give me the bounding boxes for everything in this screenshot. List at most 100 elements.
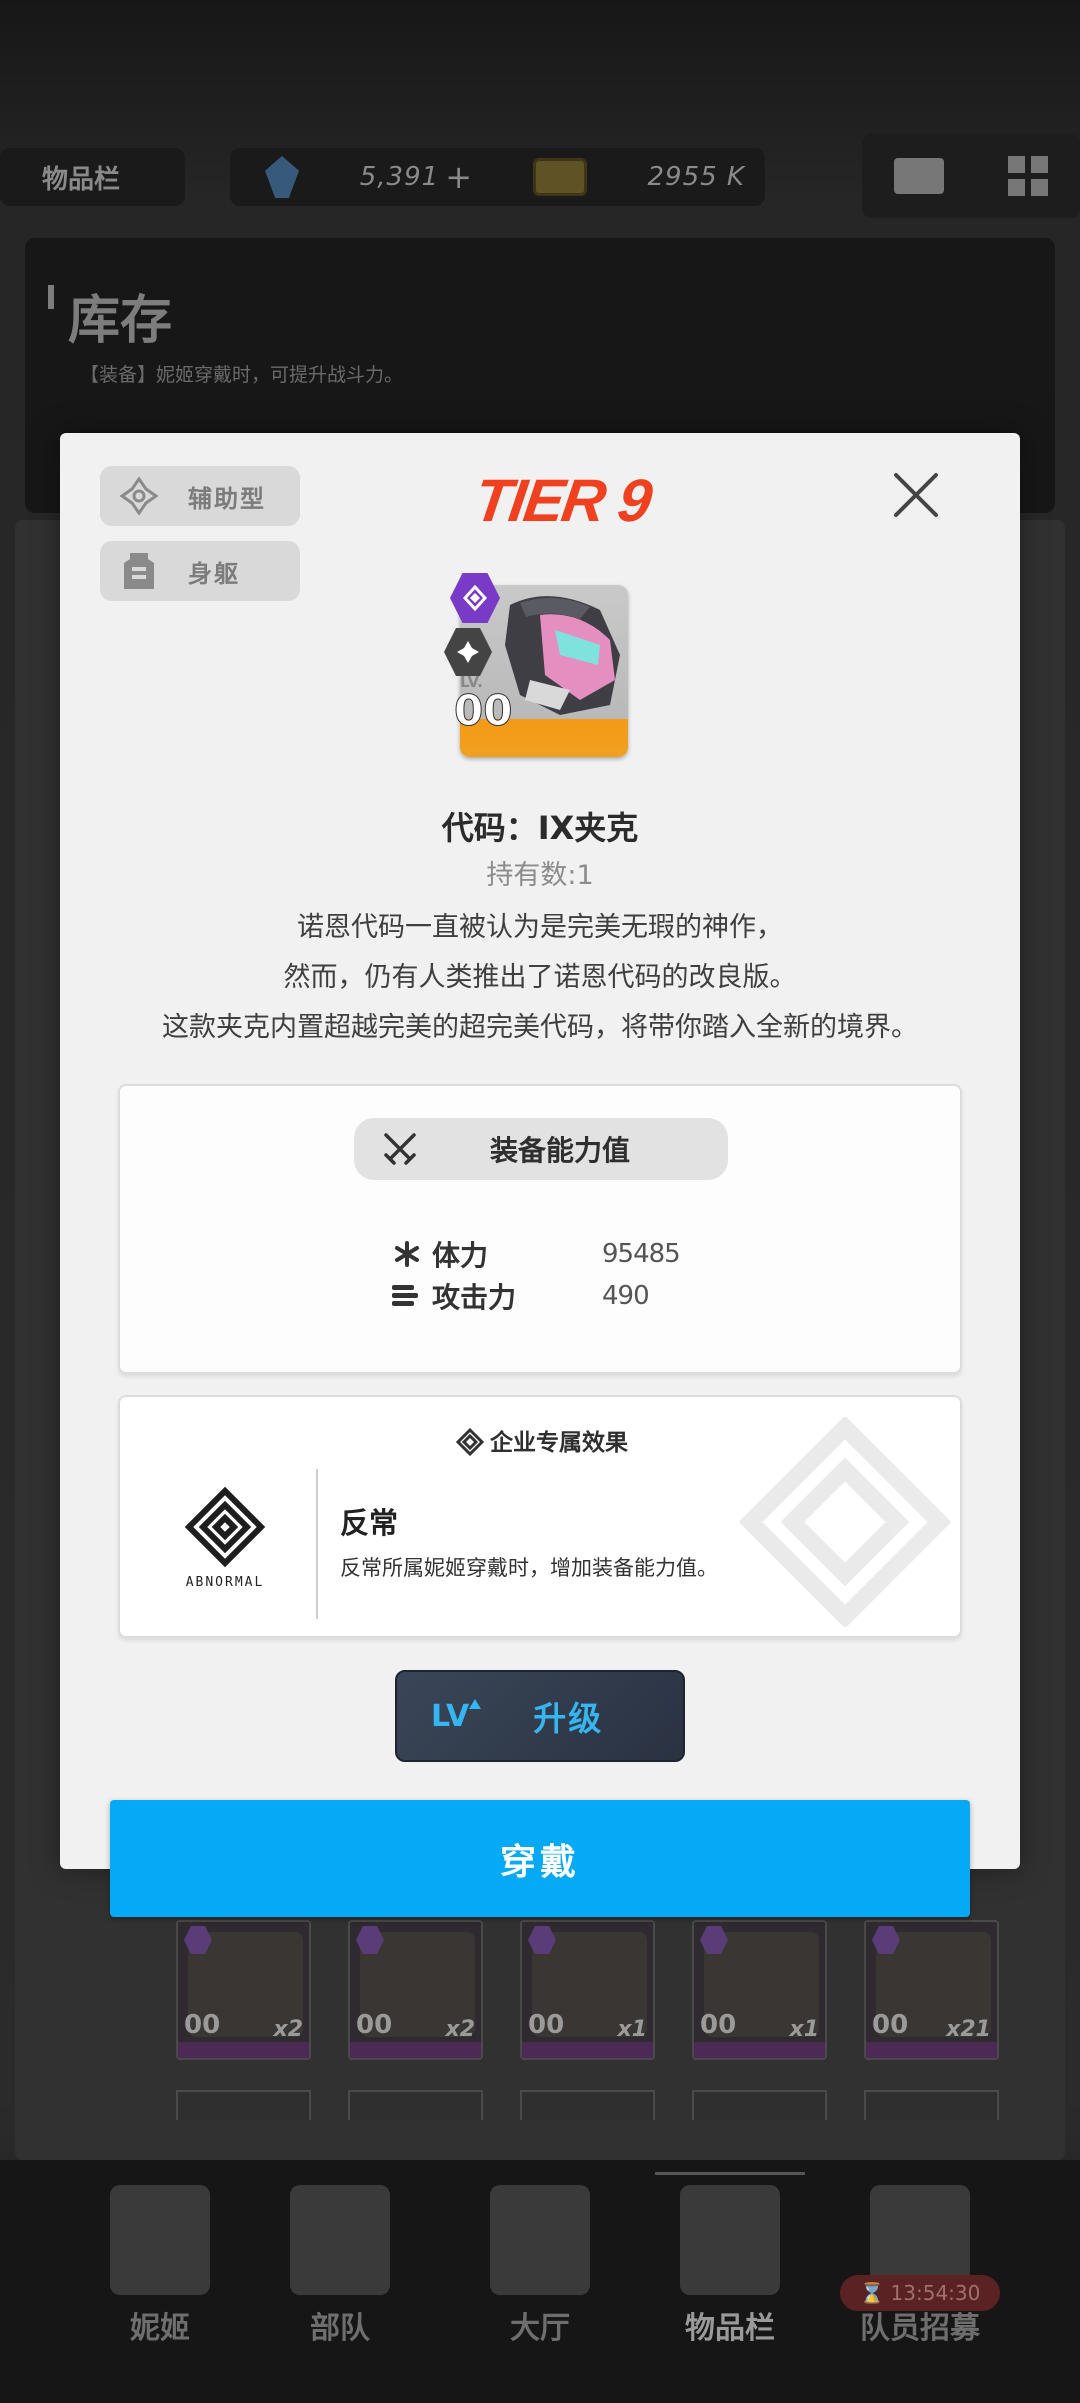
- inventory-slot[interactable]: 00 x2: [176, 1920, 311, 2060]
- stat-row-hp: 体力 95485: [392, 1234, 692, 1274]
- nav-label: 部队: [310, 2311, 370, 2346]
- slot-level: 00: [184, 2010, 221, 2040]
- body-armor-icon: [118, 550, 160, 592]
- lobby-globe-icon: [490, 2185, 590, 2295]
- abnormal-logo-text: ABNORMAL: [185, 1575, 265, 1590]
- inventory-subtitle: 【装备】妮姬穿戴时，可提升战斗力。: [80, 364, 404, 386]
- inventory-slot-partial[interactable]: [864, 2090, 999, 2120]
- inventory-slot[interactable]: 00 x1: [692, 1920, 827, 2060]
- resource-bar: 5,391 + 2955 K: [230, 148, 765, 206]
- recruit-timer: ⌛ 13:54:30: [840, 2275, 1000, 2311]
- hp-asterisk-icon: [392, 1239, 422, 1269]
- corp-effect-header: 企业专属效果: [120, 1423, 960, 1457]
- level-up-icon: LV: [431, 1698, 482, 1734]
- equipment-stats-card: 装备能力值 体力 95485 攻击力 490: [118, 1084, 962, 1374]
- close-icon: [894, 473, 938, 517]
- attack-bullets-icon: [392, 1281, 422, 1311]
- item-description: 诺恩代码一直被认为是完美无瑕的神作， 然而，仍有人类推出了诺恩代码的改良版。 这…: [60, 903, 1020, 1053]
- gem-count: 5,391: [359, 162, 440, 192]
- inventory-slot-partial[interactable]: [692, 2090, 827, 2120]
- tier-label: TIER 9: [470, 467, 655, 534]
- inventory-tab-label: 物品栏: [42, 164, 121, 195]
- credit-icon: [532, 158, 587, 196]
- upgrade-button[interactable]: LV 升级: [395, 1670, 685, 1762]
- slot-level: 00: [700, 2010, 737, 2040]
- nav-label: 妮姬: [130, 2311, 190, 2346]
- slot-count: x2: [273, 2017, 304, 2042]
- inventory-slot[interactable]: 00 x1: [520, 1920, 655, 2060]
- stat-value: 95485: [602, 1239, 681, 1269]
- nikke-group-icon: [110, 2185, 210, 2295]
- credit-count: 2955 K: [647, 162, 745, 192]
- nav-active-indicator: [655, 2172, 805, 2175]
- equip-label: 穿戴: [499, 1841, 580, 1883]
- inventory-slot-partial[interactable]: [348, 2090, 483, 2120]
- close-button[interactable]: [884, 463, 948, 527]
- slot-rarity-bar: [522, 2042, 653, 2058]
- abnormal-logo: ABNORMAL: [180, 1486, 270, 1597]
- description-line: 然而，仍有人类推出了诺恩代码的改良版。: [283, 962, 797, 993]
- menu-grid-icon[interactable]: [1008, 156, 1048, 196]
- description-line: 这款夹克内置超越完美的超完美代码，将带你踏入全新的境界。: [162, 1012, 918, 1043]
- title-accent: [48, 285, 54, 309]
- inventory-slot[interactable]: 00 x21: [864, 1920, 999, 2060]
- stats-header-label: 装备能力值: [490, 1134, 631, 1167]
- add-gems-button[interactable]: +: [445, 158, 472, 196]
- equip-button[interactable]: 穿戴: [110, 1800, 970, 1917]
- crossed-swords-icon: [384, 1133, 416, 1165]
- equipment-icon: LV. 00: [444, 573, 630, 758]
- gem-icon: [265, 156, 299, 198]
- slot-rarity-bar: [866, 2042, 997, 2058]
- description-line: 诺恩代码一直被认为是完美无瑕的神作，: [297, 912, 783, 943]
- nav-recruit[interactable]: 队员招募: [830, 2185, 1010, 2347]
- top-right-actions: [862, 134, 1080, 218]
- squad-icon: [290, 2185, 390, 2295]
- corporation-effect-card: 企业专属效果 ABNORMAL 反常 反常所属妮姬穿戴时，增加装备能力值。: [118, 1395, 962, 1638]
- abnormal-logo-icon: [184, 1486, 266, 1568]
- inventory-slot[interactable]: 00 x2: [348, 1920, 483, 2060]
- inventory-slot-partial[interactable]: [176, 2090, 311, 2120]
- equipment-detail-modal: 辅助型 身躯 TIER 9 LV. 00 代码：IX夹克 持有数:1 诺恩代码一…: [60, 433, 1020, 1869]
- slot-tag: 身躯: [100, 541, 300, 601]
- slot-level: 00: [872, 2010, 909, 2040]
- stat-row-attack: 攻击力 490: [392, 1276, 692, 1316]
- slot-level: 00: [356, 2010, 393, 2040]
- nav-squad[interactable]: 部队: [250, 2185, 430, 2347]
- abnormal-small-icon: [456, 1428, 484, 1456]
- slot-rarity-bar: [350, 2042, 481, 2058]
- slot-count: x1: [617, 2017, 648, 2042]
- slot-tag-label: 身躯: [188, 559, 240, 588]
- nav-label: 大厅: [510, 2311, 570, 2346]
- nav-inventory[interactable]: 物品栏: [640, 2185, 820, 2347]
- slot-level: 00: [528, 2010, 565, 2040]
- inventory-slot-partial[interactable]: [520, 2090, 655, 2120]
- corp-effect-description: 反常所属妮姬穿戴时，增加装备能力值。: [340, 1556, 718, 1580]
- corp-effect-header-label: 企业专属效果: [490, 1430, 628, 1456]
- stat-label: 攻击力: [432, 1281, 517, 1314]
- slot-rarity-bar: [178, 2042, 309, 2058]
- nav-label: 物品栏: [685, 2311, 775, 2346]
- slot-count: x2: [445, 2017, 476, 2042]
- class-tag: 辅助型: [100, 466, 300, 526]
- stats-header: 装备能力值: [354, 1118, 728, 1180]
- item-name: 代码：IX夹克: [441, 809, 639, 847]
- slot-count: x21: [946, 2017, 991, 2042]
- slot-count: x1: [789, 2017, 820, 2042]
- corp-divider: [316, 1469, 318, 1619]
- corp-name: 反常: [340, 1506, 399, 1540]
- class-tag-label: 辅助型: [188, 484, 266, 513]
- upgrade-label: 升级: [533, 1699, 604, 1738]
- nav-nikke[interactable]: 妮姬: [70, 2185, 250, 2347]
- stat-value: 490: [602, 1281, 650, 1311]
- recruit-timer-text: 13:54:30: [890, 2281, 981, 2305]
- slot-rarity-bar: [694, 2042, 825, 2058]
- hourglass-icon: ⌛: [859, 2281, 885, 2305]
- nav-lobby[interactable]: 大厅: [450, 2185, 630, 2347]
- support-class-icon: [118, 475, 160, 517]
- inventory-title: 库存: [68, 291, 173, 351]
- mail-icon[interactable]: [894, 158, 944, 194]
- stat-label: 体力: [432, 1239, 489, 1272]
- level-value: 00: [453, 686, 513, 736]
- item-owned-count: 持有数:1: [486, 860, 594, 891]
- inventory-tab[interactable]: 物品栏: [0, 148, 185, 206]
